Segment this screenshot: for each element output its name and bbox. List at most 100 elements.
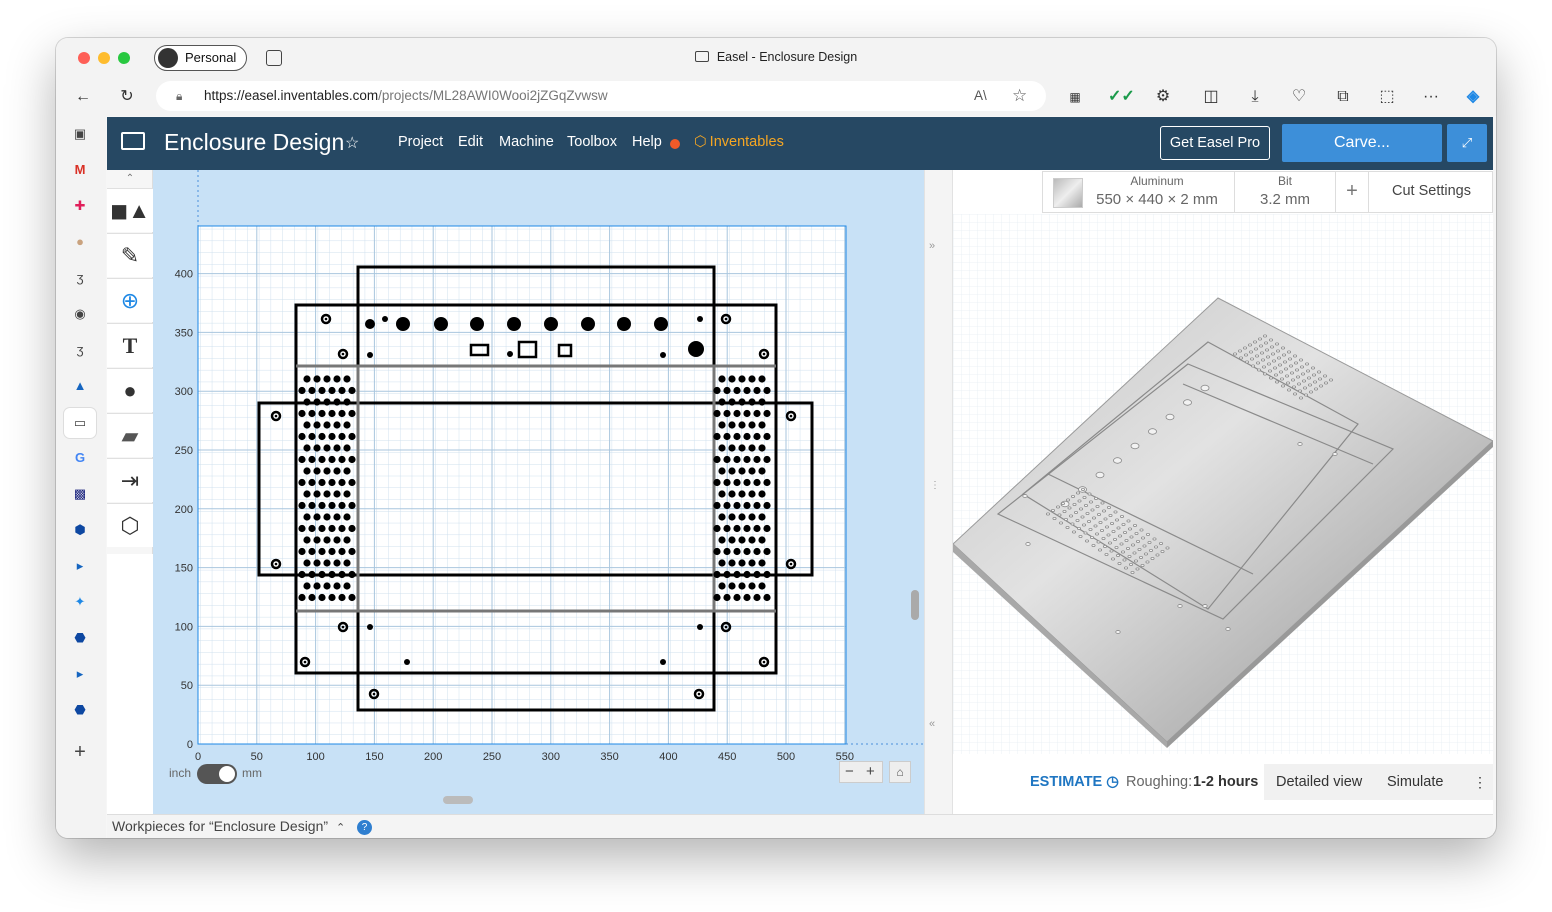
- simulate-button[interactable]: Simulate: [1387, 774, 1443, 790]
- detailed-view-button[interactable]: Detailed view: [1276, 774, 1362, 790]
- 3d-model-tool-icon[interactable]: ⬡: [107, 503, 153, 547]
- pen-tool-icon[interactable]: ✎: [107, 233, 153, 277]
- preview-hole: [1097, 548, 1102, 552]
- expand-left-icon[interactable]: «: [929, 718, 935, 730]
- vertical-scrollbar[interactable]: [911, 590, 919, 620]
- help-icon[interactable]: ?: [357, 820, 373, 835]
- material-label: Aluminum: [1130, 174, 1184, 188]
- preview-hole: [1057, 513, 1062, 517]
- menu-help[interactable]: Help: [632, 134, 662, 150]
- 3d-preview[interactable]: [953, 214, 1493, 754]
- menu-toolbox[interactable]: Toolbox: [567, 134, 617, 150]
- bit-size[interactable]: 3.2 mm: [1235, 191, 1335, 208]
- menu-machine[interactable]: Machine: [499, 134, 554, 150]
- menu-edit[interactable]: Edit: [458, 134, 483, 150]
- preview-hole: [1158, 541, 1163, 546]
- read-aloud-icon[interactable]: A\: [974, 81, 987, 111]
- horizontal-scrollbar[interactable]: [443, 796, 473, 804]
- sidebar-tabs-icon[interactable]: ▣: [70, 124, 90, 144]
- slack-icon[interactable]: ✚: [70, 196, 90, 216]
- expand-right-icon[interactable]: »: [929, 240, 935, 252]
- shapes-tool-icon[interactable]: ◼▲: [107, 188, 153, 232]
- preview-hole: [1292, 354, 1297, 358]
- cut-settings-button[interactable]: Cut Settings: [1369, 183, 1493, 199]
- apps-tool-icon[interactable]: ▰: [107, 413, 153, 457]
- material-swatch[interactable]: [1053, 178, 1083, 208]
- preview-hole: [1087, 492, 1092, 496]
- extensions-icon[interactable]: ⚙: [1152, 86, 1174, 108]
- unit-toggle[interactable]: [197, 764, 237, 784]
- text-tool-icon[interactable]: T: [107, 323, 153, 367]
- hole: [328, 409, 336, 418]
- zoom-in-icon[interactable]: +: [866, 762, 875, 782]
- hole: [323, 559, 331, 567]
- hole: [718, 398, 726, 406]
- stack-app-icon[interactable]: ⬣: [70, 628, 90, 648]
- mount-hole-center: [789, 562, 793, 566]
- preview-hole: [1069, 514, 1074, 518]
- estimate-label[interactable]: ESTIMATE ◷: [1030, 774, 1119, 790]
- tab-group-icon[interactable]: ʒ: [70, 268, 90, 288]
- downloads-icon[interactable]: ⤓: [1244, 86, 1266, 108]
- google-icon[interactable]: G: [70, 448, 90, 468]
- carve-button[interactable]: Carve...: [1282, 124, 1442, 162]
- collapse-tools-icon[interactable]: ⌃: [107, 170, 153, 188]
- qr-code-icon[interactable]: ▦: [1064, 86, 1086, 108]
- screenshot-icon[interactable]: ⬚: [1376, 86, 1398, 108]
- github-icon[interactable]: ◉: [70, 304, 90, 324]
- add-bit-icon[interactable]: +: [1336, 180, 1368, 203]
- preview-hole: [1138, 555, 1143, 560]
- project-title[interactable]: Enclosure Design: [164, 129, 344, 156]
- play-app-2-icon[interactable]: ▸: [70, 664, 90, 684]
- copilot-icon[interactable]: ◈: [1462, 86, 1484, 108]
- expand-icon[interactable]: ⤢: [1447, 124, 1487, 162]
- preview-hole: [1323, 381, 1328, 385]
- zoom-out-icon[interactable]: −: [845, 762, 854, 782]
- hole: [328, 547, 336, 556]
- gmail-icon[interactable]: M: [70, 160, 90, 180]
- icons-tool-icon[interactable]: ●: [107, 368, 153, 412]
- sparkle-app-icon[interactable]: ✦: [70, 592, 90, 612]
- play-app-icon[interactable]: ▸: [70, 556, 90, 576]
- hole: [333, 582, 341, 590]
- drag-handle-icon[interactable]: ⋮: [930, 480, 940, 491]
- favorite-star-icon[interactable]: ☆: [345, 133, 359, 153]
- hole: [697, 316, 703, 322]
- import-tool-icon[interactable]: ⇥: [107, 458, 153, 502]
- easel-sidebar-icon[interactable]: ▭: [64, 408, 96, 438]
- split-screen-icon[interactable]: ◫: [1200, 86, 1222, 108]
- cube-app-icon[interactable]: ⬢: [70, 520, 90, 540]
- panel-splitter[interactable]: » « ⋮: [911, 170, 953, 814]
- material-size[interactable]: 550 × 440 × 2 mm: [1087, 191, 1227, 208]
- favorite-star-icon[interactable]: ☆: [1012, 81, 1027, 111]
- dotted-app-icon[interactable]: ▩: [70, 484, 90, 504]
- atlassian-icon[interactable]: ▲: [70, 376, 90, 396]
- back-arrow-icon[interactable]: ←: [72, 86, 94, 108]
- stack-app-2-icon[interactable]: ⬣: [70, 700, 90, 720]
- hole: [723, 593, 731, 602]
- grammar-check-icon[interactable]: ✓✓: [1108, 86, 1135, 108]
- workpieces-label[interactable]: Workpieces for “Enclosure Design”: [112, 818, 328, 834]
- browser-essentials-icon[interactable]: ♡: [1288, 86, 1310, 108]
- tab-group-2-icon[interactable]: ʒ: [70, 340, 90, 360]
- hole: [318, 386, 326, 395]
- app-avatar-icon[interactable]: ●: [70, 232, 90, 252]
- hole: [318, 570, 326, 579]
- add-sidebar-app-icon[interactable]: +: [70, 742, 90, 762]
- reload-icon[interactable]: ↻: [116, 86, 138, 108]
- address-bar[interactable]: 🔒︎ https://easel.inventables.com/project…: [156, 81, 1046, 111]
- point-tool-icon[interactable]: ⊕: [107, 278, 153, 322]
- menu-project[interactable]: Project: [398, 134, 443, 150]
- more-menu-icon[interactable]: ···: [1420, 86, 1442, 108]
- more-options-icon[interactable]: ⋮: [1467, 764, 1493, 800]
- hole: [303, 421, 311, 429]
- get-easel-pro-button[interactable]: Get Easel Pro: [1160, 126, 1270, 160]
- inventables-link[interactable]: ⬡ Inventables: [694, 134, 784, 150]
- home-view-icon[interactable]: ⌂: [889, 761, 911, 783]
- collections-icon[interactable]: ⧉: [1332, 86, 1354, 108]
- preview-hole: [1280, 346, 1285, 350]
- chevron-up-icon[interactable]: ⌃: [336, 822, 345, 834]
- hole: [718, 421, 726, 429]
- design-canvas[interactable]: 400 350 300 250 200 150 100 50 0 0 50 100 150 200 250…: [153, 170, 924, 814]
- roughing-label: Roughing:: [1126, 774, 1193, 790]
